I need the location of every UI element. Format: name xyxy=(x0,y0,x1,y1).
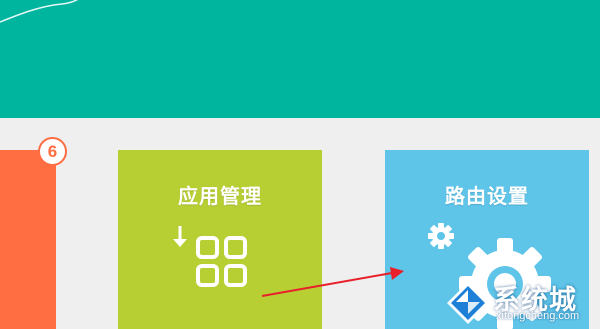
tile-app-management[interactable]: 应用管理 xyxy=(118,150,322,329)
tile-partial-left[interactable] xyxy=(0,150,56,329)
notification-badge: 6 xyxy=(38,137,67,166)
tile-title-route-settings: 路由设置 xyxy=(445,184,529,208)
watermark-url: xitongcheng.com xyxy=(496,310,580,322)
header-decoration xyxy=(0,0,79,23)
tile-title-app-management: 应用管理 xyxy=(178,184,262,208)
header-banner xyxy=(0,0,600,118)
watermark: 系统城 xitongcheng.com xyxy=(443,276,600,329)
app-grid-download-icon xyxy=(173,226,247,287)
diamond-logo-icon xyxy=(447,282,489,324)
